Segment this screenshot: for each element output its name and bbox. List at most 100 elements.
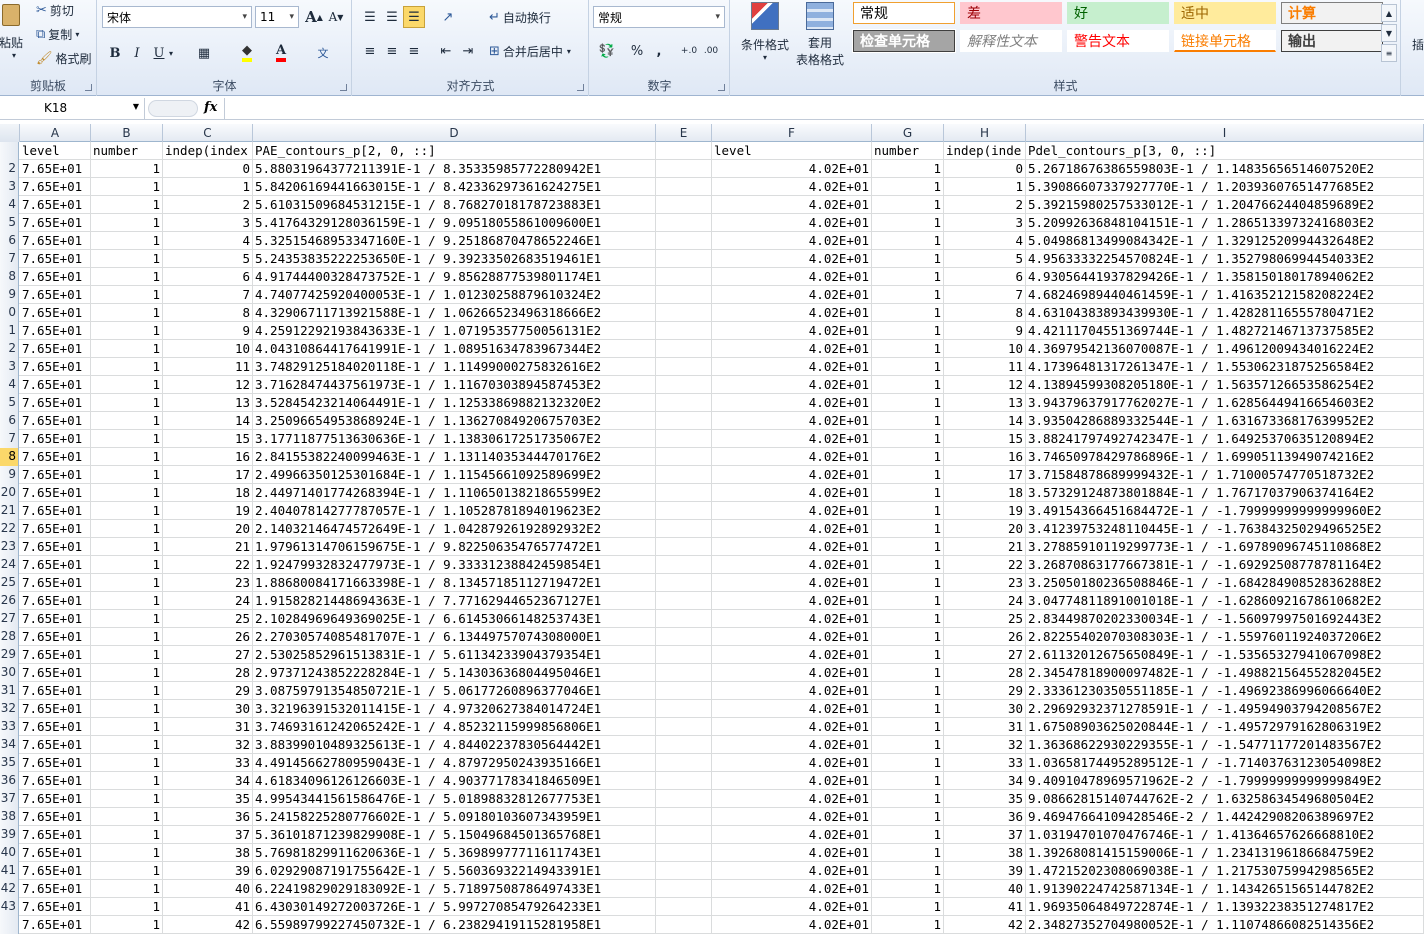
cell-f[interactable]: 4.02E+01 (712, 844, 872, 862)
cell-i[interactable]: 3.49154366451684472E-1 / -1.799999999999… (1026, 502, 1424, 520)
decrease-decimal-icon[interactable]: .00 (700, 40, 722, 62)
percent-button[interactable]: % (626, 40, 648, 62)
orientation-icon[interactable]: ↗ (437, 6, 459, 28)
cell-h[interactable]: 22 (944, 556, 1026, 574)
cell-c[interactable]: 39 (163, 862, 253, 880)
cell-d[interactable]: 5.24353835222253650E-1 / 9.3923350268351… (253, 250, 656, 268)
cell-h[interactable]: 0 (944, 160, 1026, 178)
cell-g[interactable]: 1 (872, 790, 944, 808)
cell-e[interactable] (656, 178, 712, 196)
cell-d[interactable]: 3.32196391532011415E-1 / 4.9732062738401… (253, 700, 656, 718)
cell-g[interactable]: 1 (872, 880, 944, 898)
cell-style-5[interactable]: 检查单元格 (852, 29, 956, 53)
cell-c[interactable]: 16 (163, 448, 253, 466)
cell-g[interactable]: 1 (872, 304, 944, 322)
cell-b[interactable]: number (91, 142, 163, 160)
row-header[interactable]: 40 (0, 844, 19, 862)
italic-button[interactable]: I (126, 42, 148, 64)
cell-h[interactable]: 8 (944, 304, 1026, 322)
cell-style-3[interactable]: 适中 (1174, 2, 1276, 24)
cell-g[interactable]: 1 (872, 664, 944, 682)
cell-g[interactable]: 1 (872, 502, 944, 520)
cell-a[interactable]: 7.65E+01 (20, 304, 91, 322)
cell-b[interactable]: 1 (91, 916, 163, 934)
cell-b[interactable]: 1 (91, 844, 163, 862)
cell-i[interactable]: 3.74650978429786896E-1 / 1.6990511394907… (1026, 448, 1424, 466)
cell-e[interactable] (656, 574, 712, 592)
cell-b[interactable]: 1 (91, 250, 163, 268)
cell-i[interactable]: Pdel_contours_p[3, 0, ::] (1026, 142, 1424, 160)
cell-a[interactable]: 7.65E+01 (20, 394, 91, 412)
bold-button[interactable]: B (104, 42, 126, 64)
cell-g[interactable]: 1 (872, 394, 944, 412)
cell-b[interactable]: 1 (91, 880, 163, 898)
cell-g[interactable]: 1 (872, 268, 944, 286)
cell-f[interactable]: 4.02E+01 (712, 754, 872, 772)
cell-e[interactable] (656, 250, 712, 268)
cell-g[interactable]: 1 (872, 340, 944, 358)
cell-i[interactable]: 5.26718676386559803E-1 / 1.1483565651460… (1026, 160, 1424, 178)
cell-h[interactable]: 5 (944, 250, 1026, 268)
cut-button[interactable]: ✂ 剪切 (36, 2, 74, 19)
cell-d[interactable]: 4.61834096126126603E-1 / 4.9037717834184… (253, 772, 656, 790)
cell-g[interactable]: 1 (872, 682, 944, 700)
cell-i[interactable]: 9.46947664109428546E-2 / 1.4424290820638… (1026, 808, 1424, 826)
cell-b[interactable]: 1 (91, 484, 163, 502)
cell-a[interactable]: 7.65E+01 (20, 250, 91, 268)
cell-a[interactable]: 7.65E+01 (20, 646, 91, 664)
cell-c[interactable]: indep(index (163, 142, 253, 160)
cell-a[interactable]: 7.65E+01 (20, 322, 91, 340)
cell-b[interactable]: 1 (91, 682, 163, 700)
cell-e[interactable] (656, 376, 712, 394)
cell-d[interactable]: 5.88031964377211391E-1 / 8.3533598577228… (253, 160, 656, 178)
cell-b[interactable]: 1 (91, 538, 163, 556)
number-format-select[interactable]: 常规 ▾ (593, 6, 725, 28)
decrease-indent-icon[interactable]: ⇤ (435, 40, 457, 62)
cell-d[interactable]: 3.71628474437561973E-1 / 1.1167030389458… (253, 376, 656, 394)
cell-c[interactable]: 40 (163, 880, 253, 898)
cell-c[interactable]: 36 (163, 808, 253, 826)
cell-i[interactable]: 3.26870863177667381E-1 / -1.692925087787… (1026, 556, 1424, 574)
row-header[interactable]: 5 (0, 214, 19, 232)
cell-h[interactable]: 41 (944, 898, 1026, 916)
cell-i[interactable]: 2.33361230350551185E-1 / -1.496923869960… (1026, 682, 1424, 700)
cell-b[interactable]: 1 (91, 862, 163, 880)
cell-a[interactable]: 7.65E+01 (20, 574, 91, 592)
cell-e[interactable] (656, 718, 712, 736)
cell-h[interactable]: 11 (944, 358, 1026, 376)
cell-e[interactable] (656, 682, 712, 700)
cell-f[interactable]: 4.02E+01 (712, 214, 872, 232)
cell-f[interactable]: 4.02E+01 (712, 412, 872, 430)
cell-b[interactable]: 1 (91, 592, 163, 610)
cell-g[interactable]: 1 (872, 772, 944, 790)
cell-h[interactable]: 19 (944, 502, 1026, 520)
row-header[interactable]: 32 (0, 700, 19, 718)
cell-a[interactable]: 7.65E+01 (20, 340, 91, 358)
cell-e[interactable] (656, 358, 712, 376)
cell-h[interactable]: 7 (944, 286, 1026, 304)
cell-c[interactable]: 0 (163, 160, 253, 178)
cell-h[interactable]: 32 (944, 736, 1026, 754)
cell-e[interactable] (656, 160, 712, 178)
cell-c[interactable]: 10 (163, 340, 253, 358)
cell-e[interactable] (656, 844, 712, 862)
cell-e[interactable] (656, 520, 712, 538)
cell-g[interactable]: 1 (872, 898, 944, 916)
cell-c[interactable]: 20 (163, 520, 253, 538)
row-header[interactable]: 41 (0, 862, 19, 880)
cell-h[interactable]: 9 (944, 322, 1026, 340)
cell-e[interactable] (656, 448, 712, 466)
cell-e[interactable] (656, 484, 712, 502)
cell-a[interactable]: 7.65E+01 (20, 538, 91, 556)
cell-f[interactable]: 4.02E+01 (712, 772, 872, 790)
cell-g[interactable]: 1 (872, 736, 944, 754)
cell-e[interactable] (656, 466, 712, 484)
insert-cells-button[interactable]: 插 (1412, 36, 1424, 53)
row-header[interactable]: 42 (0, 880, 19, 898)
row-header[interactable]: 34 (0, 736, 19, 754)
cell-h[interactable]: 17 (944, 466, 1026, 484)
row-header[interactable]: 2 (0, 340, 19, 358)
cell-d[interactable]: 2.53025852961513831E-1 / 5.6113423390437… (253, 646, 656, 664)
cell-b[interactable]: 1 (91, 520, 163, 538)
cell-b[interactable]: 1 (91, 322, 163, 340)
